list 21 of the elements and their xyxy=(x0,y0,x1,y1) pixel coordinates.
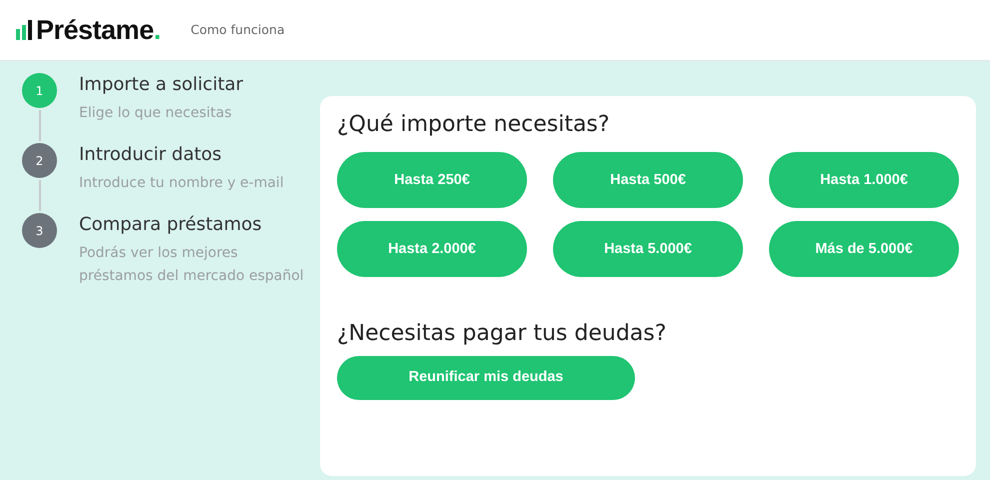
step-number: 1 xyxy=(22,73,57,108)
step-description: Elige lo que necesitas xyxy=(79,104,233,123)
section-heading: ¿Qué importe necesitas? xyxy=(337,112,611,138)
amount-button[interactable]: Hasta 2.000€ xyxy=(337,221,527,278)
step-title: Introducir datos xyxy=(79,143,223,167)
amount-button[interactable]: Hasta 1.000€ xyxy=(769,152,959,208)
bar-chart-icon xyxy=(16,20,34,40)
logo[interactable]: Préstame. xyxy=(16,10,161,50)
amount-button[interactable]: Hasta 250€ xyxy=(337,152,527,208)
nav-link[interactable]: Como funciona xyxy=(190,20,285,40)
step-title: Importe a solicitar xyxy=(79,73,244,97)
section-heading: ¿Necesitas pagar tus deudas? xyxy=(337,321,668,348)
step-title: Compara préstamos xyxy=(79,213,263,237)
debt-button[interactable]: Reunificar mis deudas xyxy=(337,356,635,400)
step-description: Podrás ver los mejores préstamos del mercado español xyxy=(79,244,305,286)
step-number: 2 xyxy=(22,143,57,178)
step-description: Introduce tu nombre y e-mail xyxy=(79,174,285,193)
amount-button[interactable]: Hasta 5.000€ xyxy=(553,221,743,278)
step-number: 3 xyxy=(22,213,57,248)
amount-button[interactable]: Más de 5.000€ xyxy=(769,221,959,278)
amount-button[interactable]: Hasta 500€ xyxy=(553,152,743,208)
